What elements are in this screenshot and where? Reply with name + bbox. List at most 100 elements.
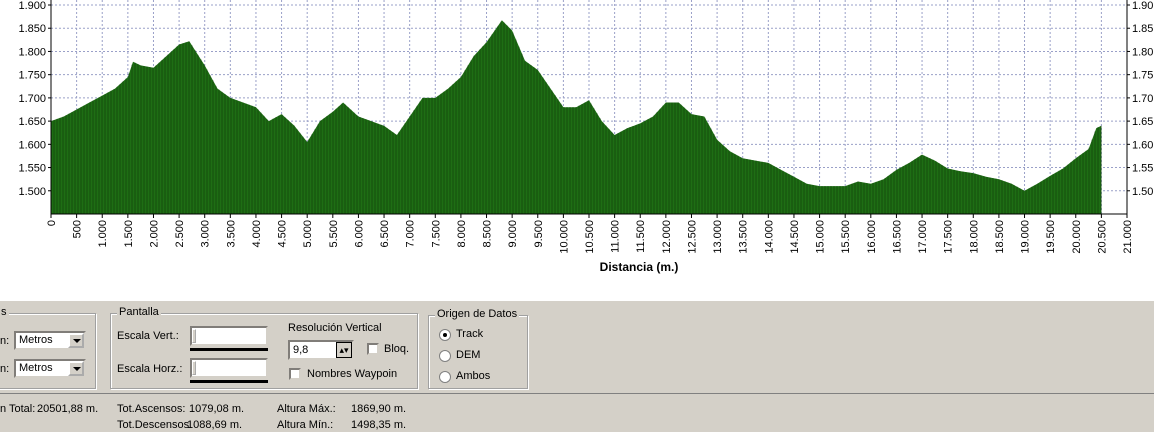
x-tick-label: 12.500	[686, 220, 698, 254]
altura-min-label: Altura Mín.:	[277, 419, 334, 431]
x-tick-label: 500	[72, 220, 84, 238]
x-tick-label: 2.500	[174, 220, 186, 248]
chevron-down-icon[interactable]	[68, 361, 84, 376]
x-tick-label: 3.500	[225, 220, 237, 248]
y-tick-label-right: 1.50	[1132, 186, 1153, 198]
escala-vert-track[interactable]	[190, 326, 268, 346]
resolucion-vertical-stepper[interactable]: 9,8 ▴▾	[288, 340, 354, 360]
escala-vert-bar	[190, 348, 268, 351]
units-select-2[interactable]: Metros	[14, 359, 86, 378]
escala-horz-label: Escala Horz.:	[117, 363, 183, 375]
y-tick-label: 1.550	[18, 163, 46, 175]
controls-panel: s n: Metros n: Metros Pantalla Escala Ve…	[0, 300, 1154, 393]
track-radio[interactable]	[439, 329, 451, 341]
elevation-chart-svg: 1.5001.5501.6001.6501.7001.7501.8001.850…	[18, 0, 1153, 274]
dem-radio[interactable]	[439, 350, 451, 362]
x-tick-label: 19.000	[1020, 220, 1032, 254]
escala-vert-thumb[interactable]	[192, 329, 196, 343]
chevron-down-icon[interactable]	[68, 333, 84, 348]
x-tick-label: 20.500	[1096, 220, 1108, 254]
y-tick-label-right: 1.85	[1132, 23, 1153, 35]
total-descensos-label: Tot.Descensos	[117, 419, 190, 431]
x-tick-label: 0	[46, 220, 58, 226]
y-tick-label-right: 1.70	[1132, 93, 1153, 105]
nombres-waypoin-checkbox[interactable]	[289, 368, 301, 380]
x-tick-label: 14.000	[763, 220, 775, 254]
x-tick-label: 13.500	[738, 220, 750, 254]
units-group-title: s	[0, 306, 9, 318]
units-label-1: n:	[0, 335, 10, 347]
x-tick-label: 16.500	[891, 220, 903, 254]
y-tick-label-right: 1.80	[1132, 46, 1153, 58]
y-tick-label: 1.850	[18, 23, 46, 35]
distancia-total-value: 20501,88 m.	[37, 403, 99, 415]
resolucion-vertical-value: 9,8	[293, 344, 309, 356]
escala-horz-bar	[190, 380, 268, 383]
y-tick-label-right: 1.55	[1132, 163, 1153, 175]
x-tick-label: 17.000	[917, 220, 929, 254]
y-tick-label: 1.500	[18, 186, 46, 198]
x-tick-label: 6.000	[353, 220, 365, 248]
escala-vert-label: Escala Vert.:	[117, 330, 179, 342]
x-tick-label: 19.500	[1045, 220, 1057, 254]
x-tick-label: 16.000	[866, 220, 878, 254]
y-tick-label: 1.750	[18, 70, 46, 82]
x-tick-label: 10.500	[584, 220, 596, 254]
x-tick-label: 9.000	[507, 220, 519, 248]
x-tick-label: 5.500	[328, 220, 340, 248]
y-tick-label: 1.700	[18, 93, 46, 105]
bloq-checkbox[interactable]	[367, 343, 379, 355]
units-select-2-value: Metros	[19, 362, 53, 374]
escala-horz-thumb[interactable]	[192, 361, 196, 375]
x-tick-label: 1.500	[123, 220, 135, 248]
total-ascensos-value: 1079,08 m.	[189, 403, 245, 415]
x-tick-label: 7.500	[430, 220, 442, 248]
y-tick-label-right: 1.60	[1132, 139, 1153, 151]
altura-min-value: 1498,35 m.	[351, 419, 407, 431]
x-tick-label: 10.000	[558, 220, 570, 254]
x-tick-label: 8.500	[482, 220, 494, 248]
ambos-label: Ambos	[456, 370, 491, 382]
x-tick-label: 18.000	[968, 220, 980, 254]
x-tick-label: 2.000	[148, 220, 160, 248]
x-tick-label: 3.000	[200, 220, 212, 248]
escala-vert-slider[interactable]	[190, 326, 268, 352]
elevation-chart: 1.500 1.550 1.600 1.650 1.700 1.750 1.800 1.850…	[0, 0, 1154, 300]
x-tick-label: 8.000	[456, 220, 468, 248]
resolucion-vertical-label: Resolución Vertical	[288, 322, 382, 334]
x-tick-label: 15.500	[840, 220, 852, 254]
x-tick-label: 11.500	[635, 220, 647, 253]
x-tick-label: 9.500	[533, 220, 545, 248]
x-tick-label: 1.000	[97, 220, 109, 248]
x-tick-label: 14.500	[789, 220, 801, 254]
x-tick-label: 4.000	[251, 220, 263, 248]
x-tick-label: 18.500	[994, 220, 1006, 254]
total-ascensos-label: Tot.Ascensos:	[117, 403, 186, 415]
escala-horz-track[interactable]	[190, 358, 268, 378]
bloq-label: Bloq.	[384, 343, 410, 355]
x-tick-label: 7.000	[405, 220, 417, 248]
escala-horz-slider[interactable]	[190, 358, 268, 384]
y-tick-label-right: 1.75	[1132, 70, 1153, 82]
pantalla-group-title: Pantalla	[117, 306, 161, 318]
altura-max-value: 1869,90 m.	[351, 403, 407, 415]
units-label-2: n:	[0, 363, 10, 375]
spin-arrows-icon[interactable]: ▴▾	[336, 342, 352, 358]
x-tick-label: 13.000	[712, 220, 724, 254]
y-tick-label-right: 1.65	[1132, 116, 1153, 128]
x-axis-label: Distancia (m.)	[600, 260, 679, 274]
y-tick-label-right: 1.90	[1132, 0, 1153, 12]
x-tick-label: 15.000	[815, 220, 827, 254]
ambos-radio[interactable]	[439, 371, 451, 383]
x-tick-label: 20.000	[1071, 220, 1083, 254]
altura-max-label: Altura Máx.:	[277, 403, 336, 415]
status-bar: n Total: 20501,88 m. Tot.Ascensos: 1079,…	[0, 393, 1154, 432]
units-select-1-value: Metros	[19, 334, 53, 346]
distancia-total-label: n Total:	[0, 403, 36, 415]
origen-datos-group-title: Origen de Datos	[435, 308, 520, 320]
x-tick-label: 12.000	[661, 220, 673, 254]
x-tick-label: 11.000	[610, 220, 622, 253]
track-label: Track	[456, 328, 484, 340]
y-tick-label: 1.800	[18, 46, 46, 58]
units-select-1[interactable]: Metros	[14, 331, 86, 350]
